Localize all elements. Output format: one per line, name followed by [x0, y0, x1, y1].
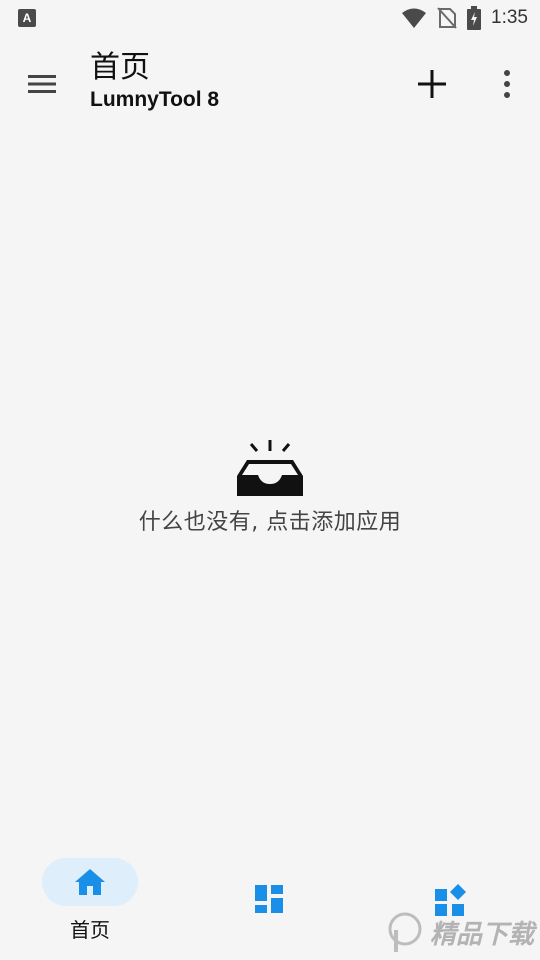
app-bar: 首页 LumnyTool 8	[0, 36, 540, 132]
add-button[interactable]	[414, 66, 450, 102]
menu-button[interactable]	[22, 64, 62, 104]
hamburger-menu-icon	[28, 75, 56, 93]
nav-item-home[interactable]: 首页	[40, 858, 140, 948]
watermark-logo-icon	[388, 912, 422, 952]
more-options-button[interactable]	[492, 66, 522, 102]
page-subtitle: LumnyTool 8	[90, 88, 220, 111]
status-icons: 1:35	[401, 0, 528, 36]
empty-state: 什么也没有, 点击添加应用	[0, 438, 540, 536]
watermark-text: 精品下载	[429, 919, 534, 950]
app-screen: A 1:35 首页 LumnyTool 8 什么也没有, 点击添加应用 首页 精…	[0, 0, 540, 960]
page-title: 首页	[90, 50, 150, 85]
nav-item-dashboard[interactable]	[220, 858, 320, 948]
more-vertical-icon	[504, 70, 510, 98]
home-icon	[75, 869, 105, 895]
plus-icon	[418, 70, 446, 98]
nav-item-label: 首页	[70, 918, 110, 942]
empty-state-message: 什么也没有, 点击添加应用	[138, 510, 402, 535]
inbox-tray-icon	[237, 440, 303, 496]
no-sim-icon	[437, 7, 457, 29]
wifi-icon	[402, 8, 427, 28]
status-time: 1:35	[491, 7, 528, 28]
watermark: 精品下载	[386, 910, 534, 954]
title-block: 首页 LumnyTool 8	[90, 48, 219, 114]
status-bar: A 1:35	[0, 0, 540, 36]
dashboard-icon	[255, 885, 283, 913]
accessibility-notification-icon: A	[18, 9, 36, 27]
battery-charging-icon	[467, 6, 482, 30]
